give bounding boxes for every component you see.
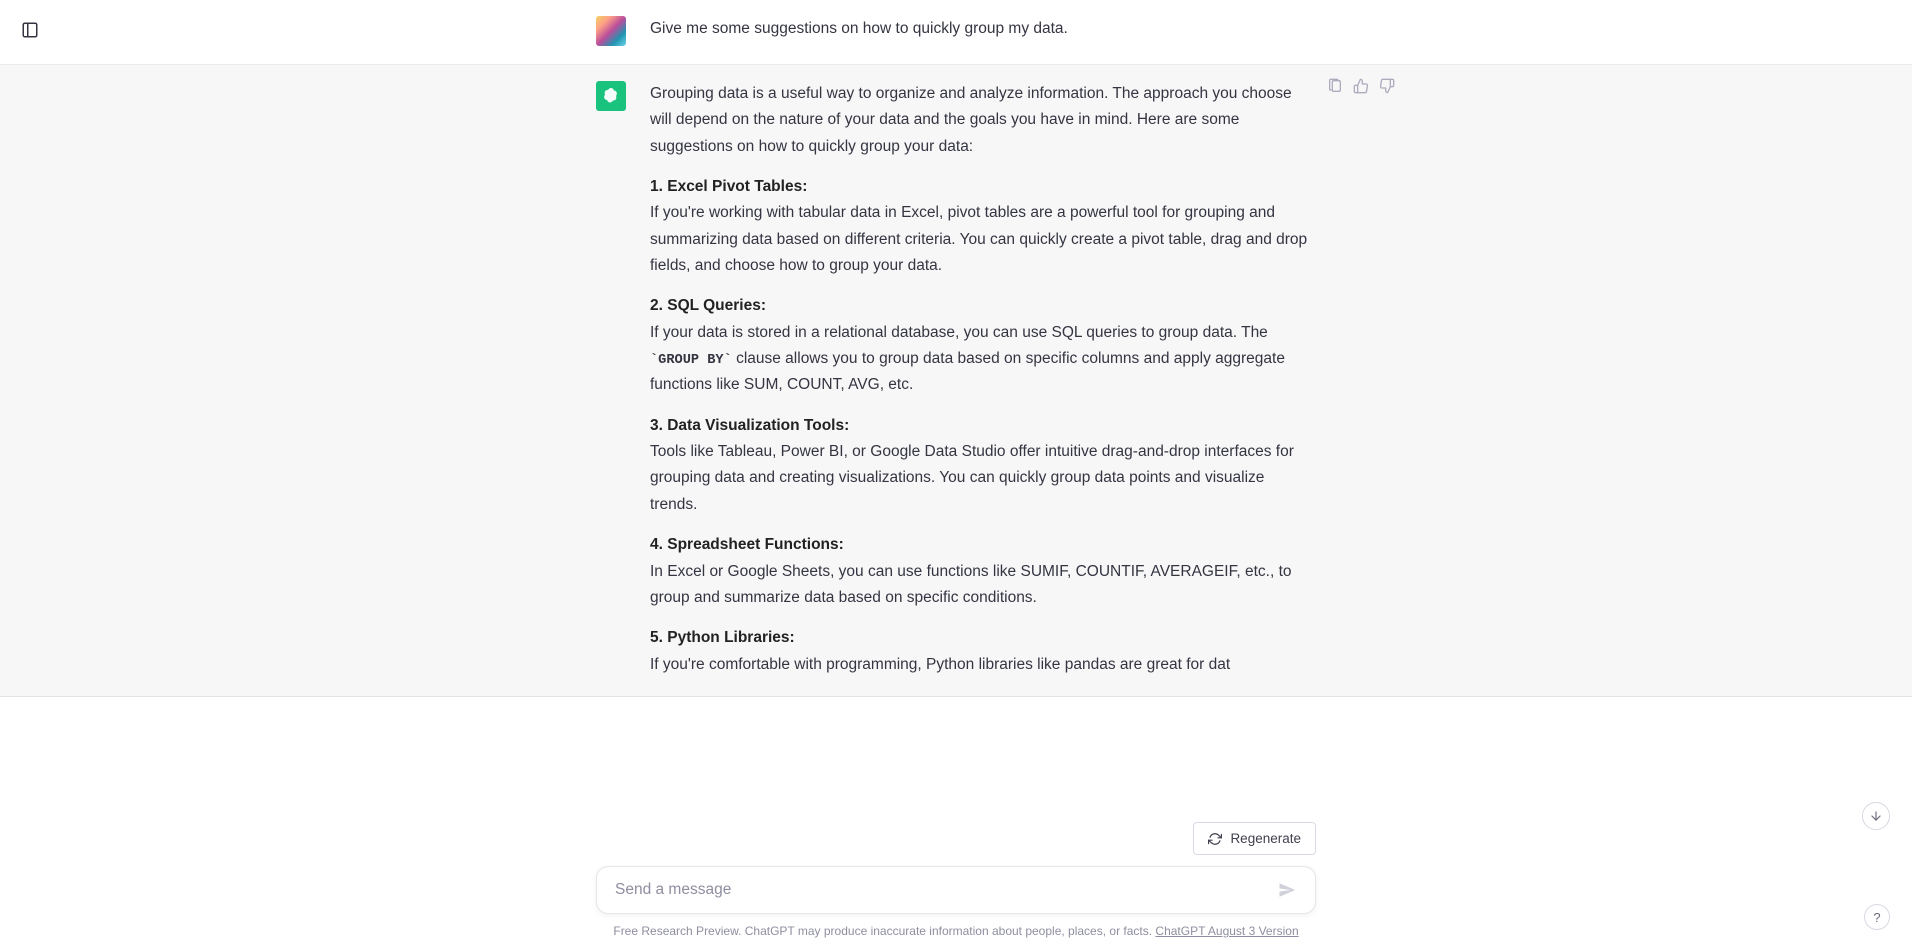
point-title: 1. Excel Pivot Tables: xyxy=(650,178,807,195)
regenerate-label: Regenerate xyxy=(1230,831,1301,846)
footer-text: Free Research Preview. ChatGPT may produ… xyxy=(613,924,1155,938)
assistant-point-3: 3. Data Visualization Tools: Tools like … xyxy=(650,413,1316,518)
point-body: In Excel or Google Sheets, you can use f… xyxy=(650,563,1292,606)
user-turn: Give me some suggestions on how to quick… xyxy=(0,0,1912,65)
user-avatar xyxy=(596,16,626,46)
copy-icon[interactable] xyxy=(1326,77,1344,95)
point-body-pre: If your data is stored in a relational d… xyxy=(650,324,1268,341)
assistant-intro: Grouping data is a useful way to organiz… xyxy=(650,81,1316,160)
user-message: Give me some suggestions on how to quick… xyxy=(650,16,1316,46)
point-code: `GROUP BY` xyxy=(650,353,732,368)
point-body-post: clause allows you to group data based on… xyxy=(650,350,1285,393)
point-title: 5. Python Libraries: xyxy=(650,629,795,646)
help-button[interactable]: ? xyxy=(1864,904,1890,930)
thumbs-up-icon[interactable] xyxy=(1352,77,1370,95)
send-icon xyxy=(1278,881,1296,899)
thumbs-down-icon[interactable] xyxy=(1378,77,1396,95)
send-button[interactable] xyxy=(1273,876,1301,904)
point-body: Tools like Tableau, Power BI, or Google … xyxy=(650,443,1294,513)
footer-version-link[interactable]: ChatGPT August 3 Version xyxy=(1155,924,1298,938)
message-actions xyxy=(1326,77,1396,95)
assistant-point-2: 2. SQL Queries: If your data is stored i… xyxy=(650,293,1316,398)
help-icon: ? xyxy=(1873,910,1880,925)
refresh-icon xyxy=(1208,832,1222,846)
point-body: If you're working with tabular data in E… xyxy=(650,204,1307,274)
scroll-to-bottom-button[interactable] xyxy=(1862,802,1890,830)
assistant-point-4: 4. Spreadsheet Functions: In Excel or Go… xyxy=(650,532,1316,611)
arrow-down-icon xyxy=(1869,809,1883,823)
point-title: 2. SQL Queries: xyxy=(650,297,766,314)
point-title: 4. Spreadsheet Functions: xyxy=(650,536,844,553)
user-message-text: Give me some suggestions on how to quick… xyxy=(650,16,1316,42)
composer-area: Regenerate Free Research Preview. ChatGP… xyxy=(0,856,1912,950)
footer-disclaimer: Free Research Preview. ChatGPT may produ… xyxy=(596,914,1316,950)
point-title: 3. Data Visualization Tools: xyxy=(650,417,849,434)
regenerate-button[interactable]: Regenerate xyxy=(1193,822,1316,855)
assistant-point-5: 5. Python Libraries: If you're comfortab… xyxy=(650,625,1316,678)
assistant-turn: Grouping data is a useful way to organiz… xyxy=(0,65,1912,697)
assistant-point-1: 1. Excel Pivot Tables: If you're working… xyxy=(650,174,1316,279)
assistant-avatar xyxy=(596,81,626,111)
chat-main: Give me some suggestions on how to quick… xyxy=(0,0,1912,950)
assistant-message: Grouping data is a useful way to organiz… xyxy=(650,81,1316,678)
message-input-box xyxy=(596,866,1316,914)
message-input[interactable] xyxy=(615,881,1263,899)
toggle-sidebar-button[interactable] xyxy=(20,20,40,40)
conversation-scroll[interactable]: Give me some suggestions on how to quick… xyxy=(0,0,1912,856)
point-body: If you're comfortable with programming, … xyxy=(650,656,1230,673)
